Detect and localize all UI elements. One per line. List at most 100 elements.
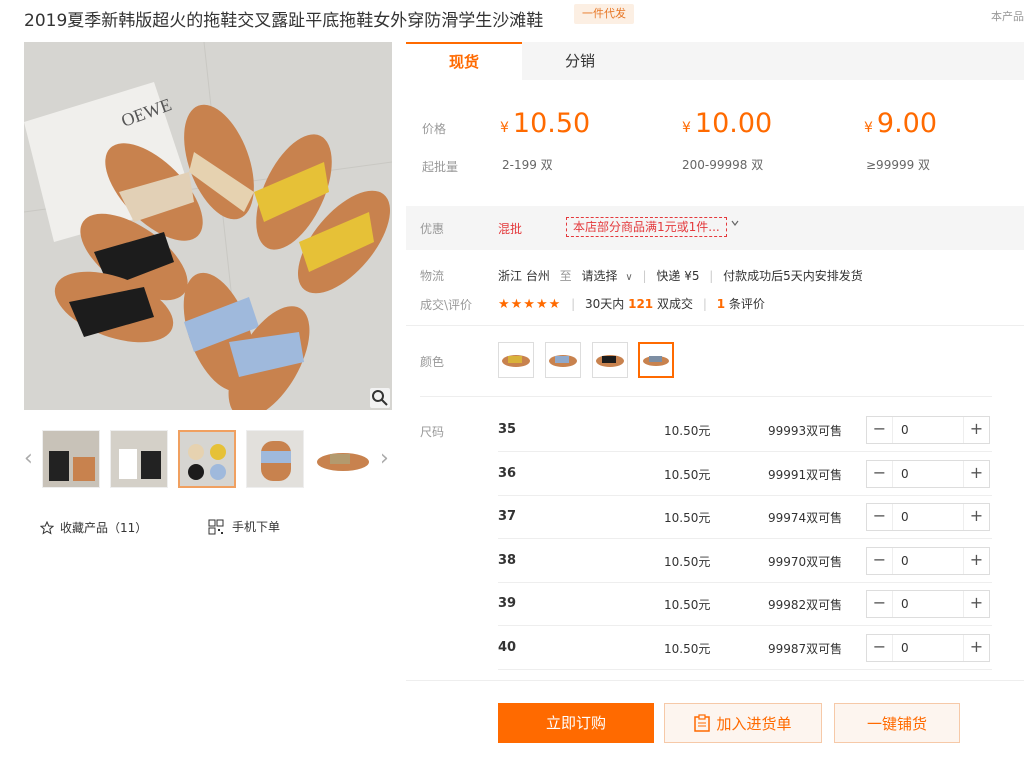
- color-swatch-blue[interactable]: [545, 342, 581, 378]
- sandals-photo: OEWE: [24, 42, 392, 410]
- color-swatch-selected[interactable]: [638, 342, 674, 378]
- favorite-product-link[interactable]: 收藏产品（11）: [40, 519, 147, 536]
- qty-tier-2: 200-99998 双: [682, 158, 764, 172]
- dropship-badge: 一件代发: [574, 4, 634, 24]
- size-value: 35: [498, 422, 517, 437]
- size-value: 36: [498, 466, 517, 481]
- destination-chevron-icon[interactable]: ∨: [625, 272, 632, 283]
- zoom-icon[interactable]: [370, 388, 390, 408]
- size-row: 36 10.50元 99991双可售 − 0 +: [498, 452, 992, 496]
- destination-select[interactable]: 请选择: [582, 269, 618, 283]
- reviews-label: 成交\评价: [420, 298, 473, 312]
- quantity-input[interactable]: 0: [901, 597, 909, 611]
- thumbnail-3[interactable]: [178, 430, 236, 488]
- size-stock: 99974双可售: [768, 511, 843, 525]
- size-label: 尺码: [420, 425, 445, 439]
- divider: [406, 680, 1024, 681]
- thumbnail-1[interactable]: [42, 430, 100, 488]
- size-price: 10.50元: [664, 555, 711, 569]
- price-tier-3: ¥9.00: [864, 108, 938, 139]
- deals-suffix: 双成交: [656, 297, 693, 311]
- quantity-input[interactable]: 0: [901, 554, 909, 568]
- color-label: 颜色: [420, 355, 445, 369]
- order-now-button[interactable]: 立即订购: [498, 703, 654, 743]
- quantity-stepper: − 0 +: [866, 547, 990, 575]
- minus-button[interactable]: −: [867, 461, 893, 487]
- size-row: 35 10.50元 99993双可售 − 0 +: [498, 408, 992, 452]
- qr-code-icon: [208, 519, 224, 534]
- qty-tier-1: 2-199 双: [502, 158, 553, 172]
- logistics-label: 物流: [420, 269, 445, 283]
- minus-button[interactable]: −: [867, 548, 893, 574]
- divider: [406, 325, 1024, 326]
- color-swatch-black[interactable]: [592, 342, 628, 378]
- main-product-image[interactable]: OEWE: [24, 42, 392, 410]
- size-value: 40: [498, 640, 517, 655]
- tab-distribution[interactable]: 分销: [522, 42, 638, 80]
- size-stock: 99991双可售: [768, 468, 843, 482]
- minus-button[interactable]: −: [867, 417, 893, 443]
- thumb-next-arrow-icon[interactable]: ›: [380, 446, 389, 471]
- quantity-stepper: − 0 +: [866, 590, 990, 618]
- promo-detail[interactable]: 本店部分商品满1元或1件...: [566, 217, 727, 237]
- size-value: 37: [498, 509, 517, 524]
- to-text: 至: [559, 269, 572, 283]
- plus-button[interactable]: +: [963, 504, 989, 530]
- deals-count: 121: [628, 297, 654, 311]
- add-to-cart-label: 加入进货单: [716, 715, 792, 733]
- mixed-batch-tag: 混批: [498, 222, 523, 236]
- shipping-fee: 快递 ¥5: [656, 269, 700, 283]
- review-suffix: 条评价: [728, 297, 765, 311]
- promo-bar: 优惠 混批 本店部分商品满1元或1件...: [406, 206, 1024, 250]
- size-stock: 99987双可售: [768, 642, 843, 656]
- tab-in-stock[interactable]: 现货: [406, 42, 522, 80]
- size-stock: 99982双可售: [768, 598, 843, 612]
- size-value: 39: [498, 596, 517, 611]
- size-row: 37 10.50元 99974双可售 − 0 +: [498, 495, 992, 539]
- mobile-order-label: 手机下单: [232, 520, 281, 534]
- quantity-input[interactable]: 0: [901, 510, 909, 524]
- promo-label: 优惠: [420, 222, 445, 236]
- thumbnail-strip: ‹ ›: [24, 428, 392, 490]
- size-row: 40 10.50元 99987双可售 − 0 +: [498, 626, 992, 670]
- size-stock: 99970双可售: [768, 555, 843, 569]
- price-tier-1: ¥10.50: [500, 108, 591, 139]
- quantity-input[interactable]: 0: [901, 467, 909, 481]
- logistics-info: 浙江 台州 至 请选择 ∨ | 快递 ¥5 | 付款成功后5天内安排发货: [498, 269, 863, 283]
- review-count[interactable]: 1: [717, 297, 725, 311]
- plus-button[interactable]: +: [963, 461, 989, 487]
- minus-button[interactable]: −: [867, 635, 893, 661]
- plus-button[interactable]: +: [963, 635, 989, 661]
- clipboard-icon: [694, 714, 711, 732]
- add-to-cart-button[interactable]: 加入进货单: [664, 703, 822, 743]
- quantity-input[interactable]: 0: [901, 641, 909, 655]
- favorite-label: 收藏产品（11）: [60, 521, 148, 535]
- plus-button[interactable]: +: [963, 548, 989, 574]
- color-swatch-yellow[interactable]: [498, 342, 534, 378]
- thumbnail-4[interactable]: [246, 430, 304, 488]
- plus-button[interactable]: +: [963, 417, 989, 443]
- size-price: 10.50元: [664, 468, 711, 482]
- one-click-distribute-button[interactable]: 一键铺货: [834, 703, 960, 743]
- size-price: 10.50元: [664, 511, 711, 525]
- thumbnail-2[interactable]: [110, 430, 168, 488]
- size-row: 38 10.50元 99970双可售 − 0 +: [498, 539, 992, 583]
- minus-button[interactable]: −: [867, 591, 893, 617]
- quantity-stepper: − 0 +: [866, 460, 990, 488]
- minus-button[interactable]: −: [867, 504, 893, 530]
- size-price: 10.50元: [664, 424, 711, 438]
- deals-prefix: 30天内: [584, 297, 625, 311]
- price-tier-2: ¥10.00: [682, 108, 773, 139]
- quantity-stepper: − 0 +: [866, 634, 990, 662]
- corner-text: 本产品: [991, 10, 1024, 23]
- thumbnail-5[interactable]: [314, 430, 372, 488]
- size-stock: 99993双可售: [768, 424, 843, 438]
- quantity-input[interactable]: 0: [901, 423, 909, 437]
- thumb-prev-arrow-icon[interactable]: ‹: [24, 446, 33, 471]
- divider: [420, 396, 992, 397]
- plus-button[interactable]: +: [963, 591, 989, 617]
- quantity-stepper: − 0 +: [866, 503, 990, 531]
- mobile-order-link[interactable]: 手机下单: [208, 518, 280, 535]
- origin-text: 浙江 台州: [498, 269, 550, 283]
- chevron-down-icon[interactable]: [730, 218, 740, 231]
